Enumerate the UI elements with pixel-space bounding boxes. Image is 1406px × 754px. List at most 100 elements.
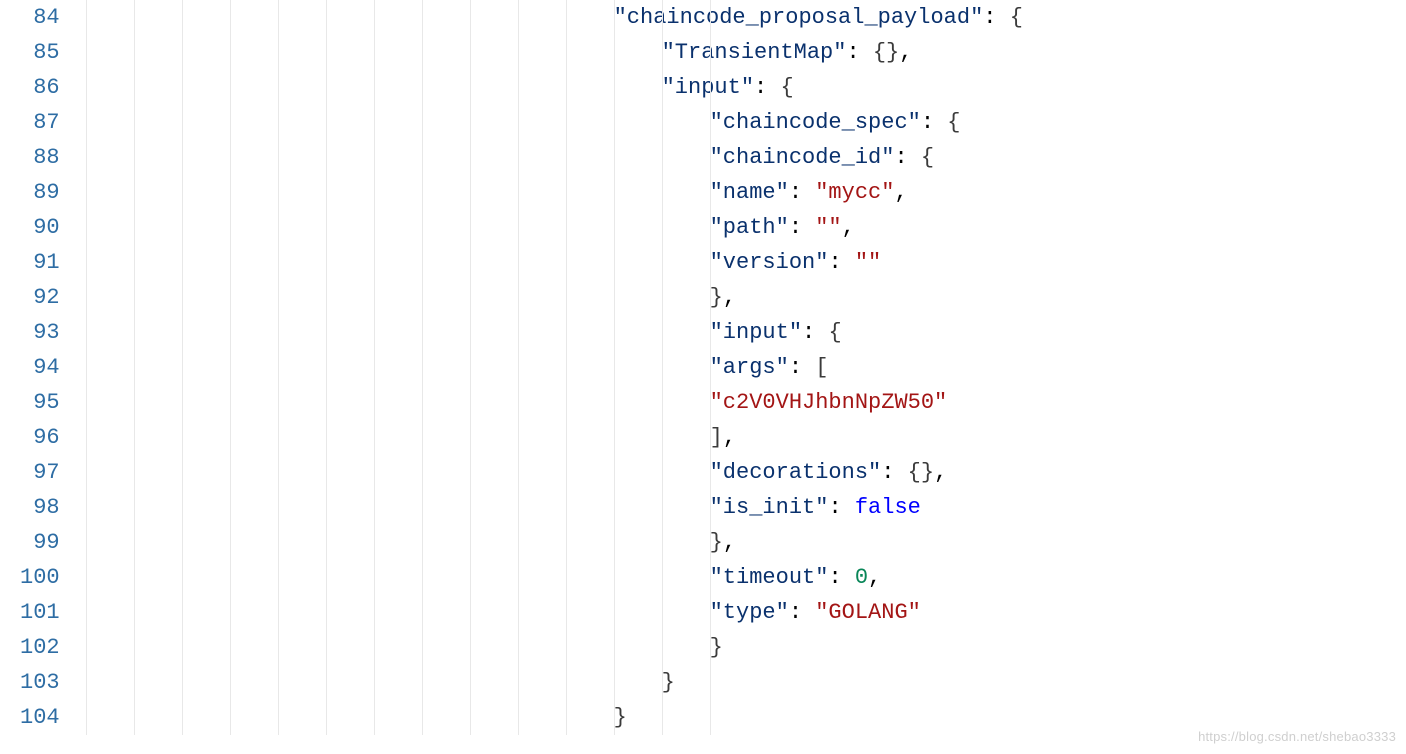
code-line[interactable]: }, xyxy=(72,525,1406,560)
token-key: "name" xyxy=(710,180,789,205)
code-line[interactable]: } xyxy=(72,665,1406,700)
token-punc: : xyxy=(754,75,780,100)
token-punc: : xyxy=(802,320,828,345)
line-number: 103 xyxy=(20,665,60,700)
token-brace: } xyxy=(662,670,675,695)
line-number: 95 xyxy=(20,385,60,420)
token-punc: , xyxy=(894,180,907,205)
token-str: "c2V0VHJhbnNpZW50" xyxy=(710,390,948,415)
token-key: "version" xyxy=(710,250,829,275)
token-brace: } xyxy=(710,530,723,555)
code-line[interactable]: "path": "", xyxy=(72,210,1406,245)
code-line[interactable]: "type": "GOLANG" xyxy=(72,595,1406,630)
token-brace: { xyxy=(828,320,841,345)
code-line[interactable]: "chaincode_spec": { xyxy=(72,105,1406,140)
watermark-text: https://blog.csdn.net/shebao3333 xyxy=(1198,727,1396,748)
code-line[interactable]: "decorations": {}, xyxy=(72,455,1406,490)
code-editor: 84858687888990919293949596979899100101 10… xyxy=(0,0,1406,735)
line-number: 89 xyxy=(20,175,60,210)
line-number: 87 xyxy=(20,105,60,140)
token-key: "args" xyxy=(710,355,789,380)
token-key: "chaincode_id" xyxy=(710,145,895,170)
line-number: 88 xyxy=(20,140,60,175)
token-punc: , xyxy=(723,285,736,310)
line-number: 84 xyxy=(20,0,60,35)
line-number: 96 xyxy=(20,420,60,455)
line-number: 85 xyxy=(20,35,60,70)
token-key: "decorations" xyxy=(710,460,882,485)
token-brace: {} xyxy=(908,460,934,485)
token-key: "is_init" xyxy=(710,495,829,520)
line-number: 101 xyxy=(20,595,60,630)
token-punc: : xyxy=(983,5,1009,30)
token-punc: : xyxy=(828,495,854,520)
line-number: 93 xyxy=(20,315,60,350)
token-punc: : xyxy=(921,110,947,135)
line-number: 90 xyxy=(20,210,60,245)
line-number: 94 xyxy=(20,350,60,385)
token-num: 0 xyxy=(855,565,868,590)
line-number: 97 xyxy=(20,455,60,490)
token-punc: : xyxy=(846,40,872,65)
token-brace: } xyxy=(614,705,627,730)
token-brace: ] xyxy=(710,425,723,450)
token-key: "chaincode_spec" xyxy=(710,110,921,135)
code-line[interactable]: "version": "" xyxy=(72,245,1406,280)
code-line[interactable]: "chaincode_proposal_payload": { xyxy=(72,0,1406,35)
code-line[interactable]: "chaincode_id": { xyxy=(72,140,1406,175)
token-punc: , xyxy=(723,425,736,450)
token-key: "input" xyxy=(710,320,802,345)
token-brace: [ xyxy=(815,355,828,380)
token-brace: { xyxy=(947,110,960,135)
code-line[interactable]: } xyxy=(72,630,1406,665)
token-str: "" xyxy=(855,250,881,275)
code-line[interactable]: ], xyxy=(72,420,1406,455)
token-punc: , xyxy=(842,215,855,240)
token-key: "timeout" xyxy=(710,565,829,590)
token-key: "chaincode_proposal_payload" xyxy=(614,5,984,30)
line-number-gutter: 84858687888990919293949596979899100101 10… xyxy=(0,0,72,735)
code-line[interactable]: "input": { xyxy=(72,70,1406,105)
line-number: 99 xyxy=(20,525,60,560)
token-punc: : xyxy=(894,145,920,170)
token-punc: : xyxy=(789,355,815,380)
token-brace: { xyxy=(1010,5,1023,30)
line-number: 92 xyxy=(20,280,60,315)
token-key: "path" xyxy=(710,215,789,240)
code-line[interactable]: "args": [ xyxy=(72,350,1406,385)
token-key: "type" xyxy=(710,600,789,625)
token-str: "mycc" xyxy=(815,180,894,205)
token-brace: { xyxy=(780,75,793,100)
token-punc: : xyxy=(828,565,854,590)
code-line[interactable]: "TransientMap": {}, xyxy=(72,35,1406,70)
token-key: "TransientMap" xyxy=(662,40,847,65)
code-line[interactable]: "timeout": 0, xyxy=(72,560,1406,595)
token-punc: , xyxy=(934,460,947,485)
code-line[interactable]: "is_init": false xyxy=(72,490,1406,525)
line-number: 91 xyxy=(20,245,60,280)
line-number: 104 xyxy=(20,700,60,735)
code-line[interactable]: }, xyxy=(72,280,1406,315)
token-punc: , xyxy=(899,40,912,65)
token-str: "GOLANG" xyxy=(815,600,921,625)
token-punc: : xyxy=(828,250,854,275)
token-punc: : xyxy=(881,460,907,485)
token-brace: {} xyxy=(873,40,899,65)
token-punc: : xyxy=(789,180,815,205)
token-punc: : xyxy=(789,600,815,625)
line-number: 100 xyxy=(20,560,60,595)
code-line[interactable]: "input": { xyxy=(72,315,1406,350)
code-lines: "chaincode_proposal_payload": {"Transien… xyxy=(72,0,1406,735)
code-line[interactable]: "name": "mycc", xyxy=(72,175,1406,210)
token-punc: , xyxy=(868,565,881,590)
token-bool: false xyxy=(855,495,921,520)
token-punc: : xyxy=(789,215,815,240)
token-key: "input" xyxy=(662,75,754,100)
code-line[interactable]: "c2V0VHJhbnNpZW50" xyxy=(72,385,1406,420)
token-brace: } xyxy=(710,635,723,660)
token-brace: } xyxy=(710,285,723,310)
token-str: "" xyxy=(815,215,841,240)
line-number: 98 xyxy=(20,490,60,525)
line-number: 86 xyxy=(20,70,60,105)
code-area[interactable]: "chaincode_proposal_payload": {"Transien… xyxy=(72,0,1406,735)
